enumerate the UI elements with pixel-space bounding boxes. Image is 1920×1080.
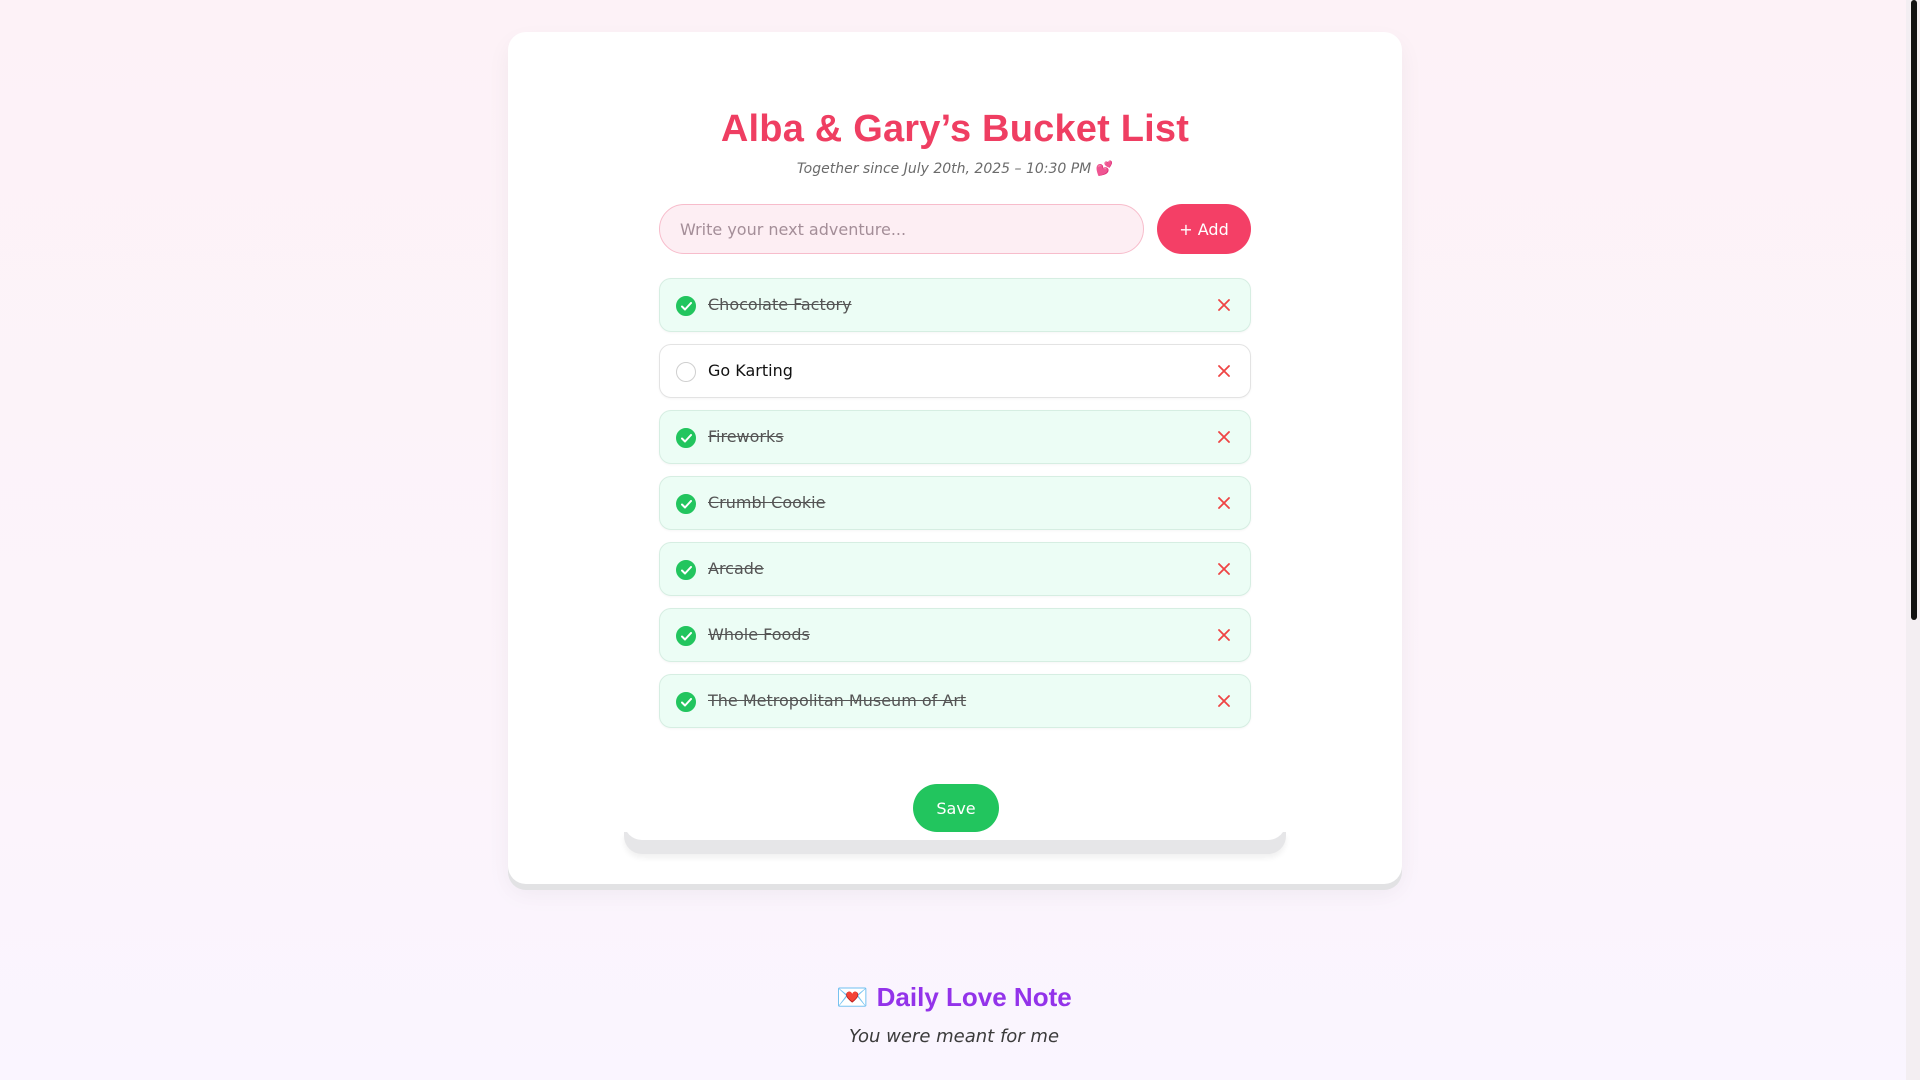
delete-button[interactable] (1212, 623, 1236, 647)
check-circle-icon[interactable] (676, 560, 696, 580)
list-item-label: Fireworks (708, 427, 784, 446)
delete-button[interactable] (1212, 491, 1236, 515)
list-item[interactable]: Go Karting (659, 344, 1251, 398)
list-item[interactable]: Chocolate Factory (659, 278, 1251, 332)
bucket-list-card: Alba & Gary’s Bucket List Together since… (508, 32, 1402, 884)
bucket-list: Chocolate Factory Go Karting Fireworks Crum… (659, 278, 1251, 740)
check-circle-icon[interactable] (676, 296, 696, 316)
list-item[interactable]: Crumbl Cookie (659, 476, 1251, 530)
adventure-input[interactable] (659, 204, 1144, 254)
love-letter-icon: 💌 (836, 982, 869, 1012)
list-item-label: Chocolate Factory (708, 295, 852, 314)
add-button[interactable]: + Add (1157, 204, 1251, 254)
close-icon (1218, 629, 1230, 641)
list-item[interactable]: The Metropolitan Museum of Art (659, 674, 1251, 728)
love-note-title: 💌 Daily Love Note (0, 982, 1908, 1013)
empty-circle-icon[interactable] (676, 362, 696, 382)
list-item-label: Whole Foods (708, 625, 810, 644)
scrollbar-track[interactable] (1906, 0, 1920, 1080)
list-item[interactable]: Arcade (659, 542, 1251, 596)
delete-button[interactable] (1212, 689, 1236, 713)
list-item-label: Arcade (708, 559, 764, 578)
delete-button[interactable] (1212, 425, 1236, 449)
delete-button[interactable] (1212, 293, 1236, 317)
love-note-title-text: Daily Love Note (876, 982, 1072, 1012)
list-item-label: Go Karting (708, 361, 793, 380)
check-circle-icon[interactable] (676, 692, 696, 712)
page-subtitle: Together since July 20th, 2025 – 10:30 P… (508, 161, 1402, 177)
check-circle-icon[interactable] (676, 626, 696, 646)
two-hearts-icon: 💕 (1095, 161, 1114, 177)
list-item[interactable]: Fireworks (659, 410, 1251, 464)
list-item[interactable]: Whole Foods (659, 608, 1251, 662)
check-circle-icon[interactable] (676, 494, 696, 514)
close-icon (1218, 497, 1230, 509)
delete-button[interactable] (1212, 557, 1236, 581)
close-icon (1218, 695, 1230, 707)
save-button[interactable]: Save (913, 784, 999, 832)
close-icon (1218, 563, 1230, 575)
close-icon (1218, 365, 1230, 377)
close-icon (1218, 431, 1230, 443)
add-item-form: + Add (659, 204, 1251, 254)
love-note-text: You were meant for me (848, 1026, 1060, 1047)
delete-button[interactable] (1212, 359, 1236, 383)
subtitle-text: Together since July 20th, 2025 – 10:30 P… (796, 161, 1092, 177)
list-item-label: Crumbl Cookie (708, 493, 826, 512)
close-icon (1218, 299, 1230, 311)
scrollbar-thumb[interactable] (1911, 0, 1917, 620)
page-title: Alba & Gary’s Bucket List (720, 108, 1190, 150)
check-circle-icon[interactable] (676, 428, 696, 448)
list-item-label: The Metropolitan Museum of Art (708, 691, 967, 710)
